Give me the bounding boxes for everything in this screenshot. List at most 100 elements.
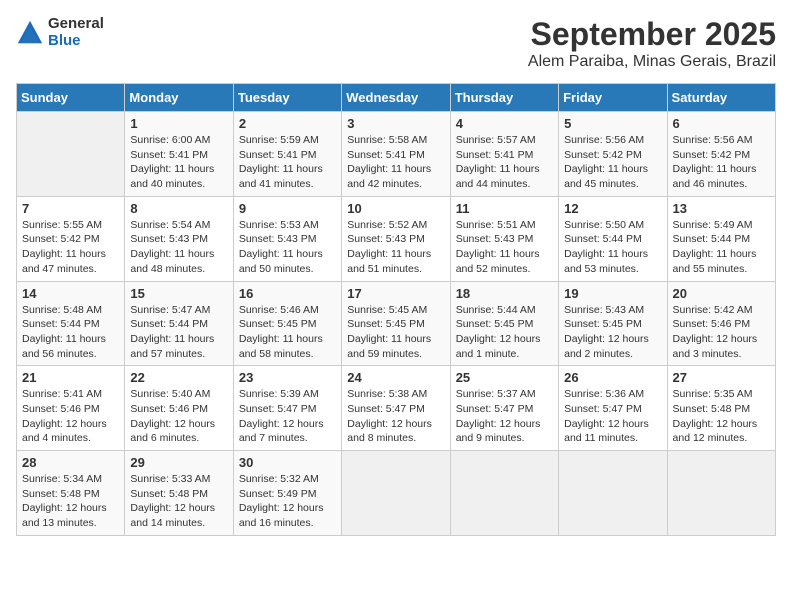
- day-number: 25: [456, 370, 553, 385]
- calendar-cell: 10Sunrise: 5:52 AMSunset: 5:43 PMDayligh…: [342, 196, 450, 281]
- calendar-cell: 15 Sunrise: 5:47 AMSunset: 5:44 PMDayligh…: [125, 281, 233, 366]
- day-info: Sunrise: 5:59 AMSunset: 5:41 PMDaylight:…: [239, 133, 336, 192]
- day-number: 1: [130, 116, 227, 131]
- day-number: 3: [347, 116, 444, 131]
- day-number: 11: [456, 201, 553, 216]
- day-info: Sunrise: 5:42 AMSunset: 5:46 PMDaylight:…: [673, 303, 770, 362]
- logo: General Blue: [16, 16, 104, 49]
- day-info: Sunrise: 5:35 AMSunset: 5:48 PMDaylight:…: [673, 387, 770, 446]
- day-number: 26: [564, 370, 661, 385]
- logo-general: General: [48, 16, 104, 33]
- day-info: Sunrise: 5:37 AMSunset: 5:47 PMDaylight:…: [456, 387, 553, 446]
- logo-text: General Blue: [48, 16, 104, 49]
- calendar-cell: 1 Sunrise: 6:00 AMSunset: 5:41 PMDaylight…: [125, 112, 233, 197]
- day-info: Sunrise: 5:58 AMSunset: 5:41 PMDaylight:…: [347, 133, 444, 192]
- weekday-header: Monday: [125, 84, 233, 112]
- day-info: Sunrise: 5:55 AMSunset: 5:42 PMDaylight:…: [22, 218, 119, 277]
- weekday-header: Tuesday: [233, 84, 341, 112]
- day-info: Sunrise: 5:34 AMSunset: 5:48 PMDaylight:…: [22, 472, 119, 531]
- day-number: 28: [22, 455, 119, 470]
- day-info: Sunrise: 5:39 AMSunset: 5:47 PMDaylight:…: [239, 387, 336, 446]
- calendar-cell: 25 Sunrise: 5:37 AMSunset: 5:47 PMDayligh…: [450, 366, 558, 451]
- day-info: Sunrise: 5:56 AMSunset: 5:42 PMDaylight:…: [564, 133, 661, 192]
- day-info: Sunrise: 5:44 AMSunset: 5:45 PMDaylight:…: [456, 303, 553, 362]
- calendar-week-row: 28 Sunrise: 5:34 AMSunset: 5:48 PMDayligh…: [17, 451, 776, 536]
- day-info: Sunrise: 5:50 AMSunset: 5:44 PMDaylight:…: [564, 218, 661, 277]
- day-number: 7: [22, 201, 119, 216]
- day-info: Sunrise: 5:38 AMSunset: 5:47 PMDaylight:…: [347, 387, 444, 446]
- calendar-cell: [17, 112, 125, 197]
- calendar-week-row: 7 Sunrise: 5:55 AMSunset: 5:42 PMDaylight…: [17, 196, 776, 281]
- page-title: September 2025: [528, 16, 776, 53]
- calendar-cell: 6 Sunrise: 5:56 AMSunset: 5:42 PMDaylight…: [667, 112, 775, 197]
- calendar-cell: 18 Sunrise: 5:44 AMSunset: 5:45 PMDayligh…: [450, 281, 558, 366]
- calendar-week-row: 14 Sunrise: 5:48 AMSunset: 5:44 PMDayligh…: [17, 281, 776, 366]
- day-number: 14: [22, 286, 119, 301]
- day-info: Sunrise: 5:57 AMSunset: 5:41 PMDaylight:…: [456, 133, 553, 192]
- calendar-cell: [342, 451, 450, 536]
- calendar-cell: 3 Sunrise: 5:58 AMSunset: 5:41 PMDaylight…: [342, 112, 450, 197]
- calendar-header: SundayMondayTuesdayWednesdayThursdayFrid…: [17, 84, 776, 112]
- calendar-cell: [667, 451, 775, 536]
- calendar-cell: 26 Sunrise: 5:36 AMSunset: 5:47 PMDayligh…: [559, 366, 667, 451]
- calendar-cell: 2 Sunrise: 5:59 AMSunset: 5:41 PMDaylight…: [233, 112, 341, 197]
- calendar-cell: 28 Sunrise: 5:34 AMSunset: 5:48 PMDayligh…: [17, 451, 125, 536]
- calendar-cell: 5 Sunrise: 5:56 AMSunset: 5:42 PMDaylight…: [559, 112, 667, 197]
- weekday-row: SundayMondayTuesdayWednesdayThursdayFrid…: [17, 84, 776, 112]
- title-block: September 2025 Alem Paraiba, Minas Gerai…: [528, 16, 776, 71]
- day-info: Sunrise: 5:49 AMSunset: 5:44 PMDaylight:…: [673, 218, 770, 277]
- weekday-header: Wednesday: [342, 84, 450, 112]
- logo-icon: [16, 19, 44, 47]
- day-number: 12: [564, 201, 661, 216]
- calendar-cell: [450, 451, 558, 536]
- page-header: General Blue September 2025 Alem Paraiba…: [16, 16, 776, 71]
- calendar-cell: 16Sunrise: 5:46 AMSunset: 5:45 PMDayligh…: [233, 281, 341, 366]
- day-info: Sunrise: 5:32 AMSunset: 5:49 PMDaylight:…: [239, 472, 336, 531]
- day-number: 30: [239, 455, 336, 470]
- day-info: Sunrise: 5:54 AMSunset: 5:43 PMDaylight:…: [130, 218, 227, 277]
- calendar-cell: 8 Sunrise: 5:54 AMSunset: 5:43 PMDaylight…: [125, 196, 233, 281]
- day-number: 15: [130, 286, 227, 301]
- weekday-header: Sunday: [17, 84, 125, 112]
- day-number: 22: [130, 370, 227, 385]
- calendar-cell: 22Sunrise: 5:40 AMSunset: 5:46 PMDayligh…: [125, 366, 233, 451]
- day-number: 21: [22, 370, 119, 385]
- day-number: 24: [347, 370, 444, 385]
- calendar-cell: 19Sunrise: 5:43 AMSunset: 5:45 PMDayligh…: [559, 281, 667, 366]
- day-number: 20: [673, 286, 770, 301]
- calendar-cell: 20 Sunrise: 5:42 AMSunset: 5:46 PMDayligh…: [667, 281, 775, 366]
- calendar-cell: 24 Sunrise: 5:38 AMSunset: 5:47 PMDayligh…: [342, 366, 450, 451]
- day-number: 4: [456, 116, 553, 131]
- weekday-header: Saturday: [667, 84, 775, 112]
- calendar-cell: 13 Sunrise: 5:49 AMSunset: 5:44 PMDayligh…: [667, 196, 775, 281]
- day-number: 17: [347, 286, 444, 301]
- day-number: 16: [239, 286, 336, 301]
- day-info: Sunrise: 5:41 AMSunset: 5:46 PMDaylight:…: [22, 387, 119, 446]
- day-info: Sunrise: 6:00 AMSunset: 5:41 PMDaylight:…: [130, 133, 227, 192]
- day-number: 8: [130, 201, 227, 216]
- day-info: Sunrise: 5:48 AMSunset: 5:44 PMDaylight:…: [22, 303, 119, 362]
- calendar-cell: 30 Sunrise: 5:32 AMSunset: 5:49 PMDayligh…: [233, 451, 341, 536]
- calendar-week-row: 1 Sunrise: 6:00 AMSunset: 5:41 PMDaylight…: [17, 112, 776, 197]
- day-info: Sunrise: 5:47 AMSunset: 5:44 PMDaylight:…: [130, 303, 227, 362]
- day-number: 18: [456, 286, 553, 301]
- day-info: Sunrise: 5:56 AMSunset: 5:42 PMDaylight:…: [673, 133, 770, 192]
- calendar-cell: 7 Sunrise: 5:55 AMSunset: 5:42 PMDaylight…: [17, 196, 125, 281]
- calendar-body: 1 Sunrise: 6:00 AMSunset: 5:41 PMDaylight…: [17, 112, 776, 536]
- day-number: 5: [564, 116, 661, 131]
- calendar-cell: [559, 451, 667, 536]
- day-number: 13: [673, 201, 770, 216]
- day-info: Sunrise: 5:36 AMSunset: 5:47 PMDaylight:…: [564, 387, 661, 446]
- calendar-cell: 9Sunrise: 5:53 AMSunset: 5:43 PMDaylight…: [233, 196, 341, 281]
- calendar-cell: 27 Sunrise: 5:35 AMSunset: 5:48 PMDayligh…: [667, 366, 775, 451]
- day-info: Sunrise: 5:33 AMSunset: 5:48 PMDaylight:…: [130, 472, 227, 531]
- day-number: 6: [673, 116, 770, 131]
- calendar-cell: 29 Sunrise: 5:33 AMSunset: 5:48 PMDayligh…: [125, 451, 233, 536]
- calendar-table: SundayMondayTuesdayWednesdayThursdayFrid…: [16, 83, 776, 536]
- day-number: 29: [130, 455, 227, 470]
- day-info: Sunrise: 5:53 AMSunset: 5:43 PMDaylight:…: [239, 218, 336, 277]
- calendar-cell: 23Sunrise: 5:39 AMSunset: 5:47 PMDayligh…: [233, 366, 341, 451]
- calendar-cell: 17Sunrise: 5:45 AMSunset: 5:45 PMDayligh…: [342, 281, 450, 366]
- day-number: 2: [239, 116, 336, 131]
- day-number: 27: [673, 370, 770, 385]
